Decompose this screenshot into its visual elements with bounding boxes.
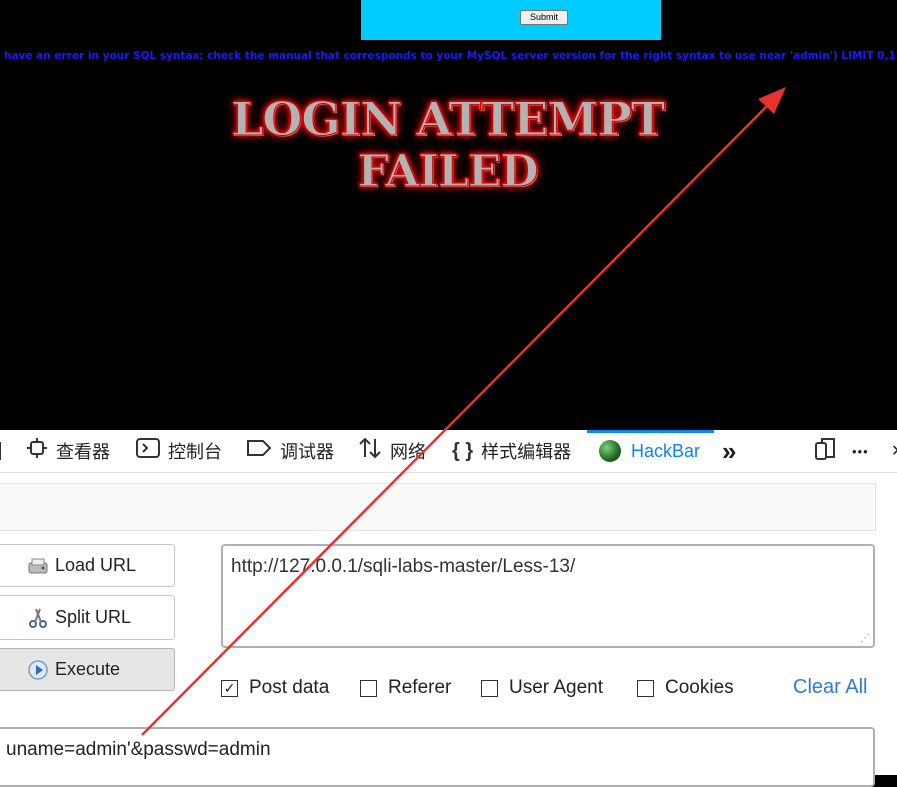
tab-inspector-label: 查看器 — [56, 442, 110, 462]
hackbar-logo-icon — [599, 440, 621, 462]
inspector-icon — [26, 437, 48, 465]
console-icon — [136, 437, 160, 465]
double-chevron-icon: » — [722, 435, 737, 466]
tab-style-editor[interactable]: { } 样式编辑器 — [452, 430, 571, 472]
play-icon — [27, 659, 49, 681]
web-page: Submit have an error in your SQL syntax;… — [0, 0, 897, 430]
responsive-design-icon — [813, 437, 837, 466]
post-data-value: uname=admin'&passwd=admin — [6, 739, 271, 760]
tab-inspector[interactable]: 查看器 — [26, 430, 110, 472]
tab-hackbar-label: HackBar — [631, 440, 701, 461]
execute-button[interactable]: Execute — [0, 648, 175, 691]
login-failed-banner-line1: LOGIN ATTEMPT — [230, 92, 665, 147]
cookies-label: Cookies — [665, 677, 734, 698]
scissors-icon — [27, 607, 49, 629]
checkmark-icon: ✓ — [221, 679, 238, 697]
checkbox-empty-icon — [360, 679, 377, 697]
execute-label: Execute — [55, 659, 121, 679]
tab-hackbar[interactable]: HackBar — [599, 430, 700, 472]
post-data-textarea[interactable]: uname=admin'&passwd=admin — [0, 727, 875, 787]
hackbar-menu-strip — [0, 483, 876, 531]
cookies-checkbox[interactable]: Cookies — [637, 677, 734, 699]
post-data-checkbox[interactable]: ✓ Post data — [221, 677, 329, 699]
braces-icon: { } — [452, 439, 474, 462]
more-options-button[interactable]: ••• — [852, 430, 869, 472]
close-icon: ✕ — [891, 441, 897, 461]
tab-network-label: 网络 — [390, 442, 426, 462]
tab-debugger-label: 调试器 — [280, 442, 334, 462]
tab-console[interactable]: 控制台 — [136, 430, 222, 472]
resize-grip-icon[interactable]: ⋰ — [860, 633, 870, 644]
user-agent-label: User Agent — [509, 677, 603, 698]
overflow-tabs-button[interactable]: » — [722, 430, 736, 472]
sql-error-message: have an error in your SQL syntax; check … — [4, 50, 897, 62]
network-arrows-icon — [358, 436, 382, 466]
url-value: http://127.0.0.1/sqli-labs-master/Less-1… — [231, 556, 576, 577]
post-data-label: Post data — [249, 677, 330, 698]
login-form-area — [361, 0, 661, 40]
checkbox-empty-icon — [637, 679, 654, 697]
pick-element-edge[interactable] — [0, 430, 1, 472]
close-devtools-button[interactable]: ✕ — [891, 430, 897, 472]
tab-network[interactable]: 网络 — [358, 430, 426, 472]
referer-label: Referer — [388, 677, 452, 698]
referer-checkbox[interactable]: Referer — [360, 677, 451, 699]
load-url-icon — [27, 555, 49, 577]
load-url-label: Load URL — [55, 555, 137, 575]
checkbox-empty-icon — [481, 679, 498, 697]
devtools-toolbar: 查看器 控制台 调试器 网络 { } 样式编辑器 HackBar » ••• — [0, 430, 897, 473]
tab-debugger[interactable]: 调试器 — [246, 430, 334, 472]
ellipsis-icon: ••• — [852, 443, 869, 459]
clear-all-link[interactable]: Clear All — [793, 676, 867, 699]
url-textarea[interactable]: http://127.0.0.1/sqli-labs-master/Less-1… — [221, 544, 875, 648]
split-url-button[interactable]: Split URL — [0, 595, 175, 640]
debugger-icon — [246, 437, 272, 465]
user-agent-checkbox[interactable]: User Agent — [481, 677, 603, 699]
responsive-mode-button[interactable] — [813, 430, 837, 472]
submit-button[interactable]: Submit — [520, 10, 568, 25]
split-url-label: Split URL — [55, 607, 132, 627]
tab-style-editor-label: 样式编辑器 — [481, 442, 572, 462]
login-failed-banner-line2: FAILED — [357, 146, 539, 198]
load-url-button[interactable]: Load URL — [0, 544, 175, 587]
devtools-panel: 查看器 控制台 调试器 网络 { } 样式编辑器 HackBar » ••• L… — [0, 430, 897, 787]
tab-console-label: 控制台 — [168, 442, 222, 462]
